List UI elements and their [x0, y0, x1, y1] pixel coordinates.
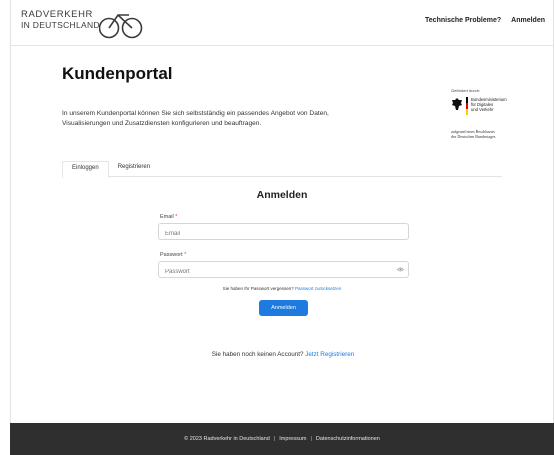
- email-label: Email *: [160, 214, 178, 220]
- ministry-name: Bundesministerium für Digitales und Verk…: [471, 97, 507, 112]
- copyright-text: © 2023 Radverkehr in Deutschland: [184, 436, 270, 442]
- auth-tabs: Einloggen Registrieren: [62, 161, 502, 178]
- site-header: RADVERKEHR IN DEUTSCHLAND Technische Pro…: [10, 0, 554, 46]
- login-button[interactable]: Anmelden: [259, 300, 308, 316]
- password-field[interactable]: [158, 261, 409, 278]
- bundestag-decision: aufgrund eines Beschlusses des Deutschen…: [451, 129, 496, 139]
- bicycle-icon: [99, 14, 143, 39]
- logo-line1: RADVERKEHR: [21, 9, 93, 20]
- ministry-logo: Gefördert durch: Bundesministerium für D…: [451, 88, 521, 139]
- top-links: Technische Probleme? Anmelden: [425, 17, 545, 24]
- german-flag-bar: [466, 97, 468, 115]
- forgot-password-row: Sie haben Ihr Passwort vergessen? Passwo…: [222, 286, 342, 291]
- privacy-link[interactable]: Datenschutzinformationen: [316, 436, 380, 442]
- site-footer: © 2023 Radverkehr in Deutschland | Impre…: [10, 423, 554, 455]
- password-label: Passwort *: [160, 252, 187, 258]
- login-link[interactable]: Anmelden: [511, 17, 545, 24]
- technical-problems-link[interactable]: Technische Probleme?: [425, 17, 501, 24]
- eye-icon[interactable]: [397, 267, 404, 272]
- register-now-link[interactable]: Jetzt Registrieren: [305, 351, 354, 358]
- email-field[interactable]: [158, 223, 409, 240]
- logo-line2: IN DEUTSCHLAND: [21, 20, 100, 30]
- footer-separator: |: [310, 436, 312, 442]
- funded-by-label: Gefördert durch:: [451, 88, 481, 93]
- tab-register[interactable]: Registrieren: [109, 161, 159, 176]
- footer-separator: |: [273, 436, 276, 442]
- no-account-row: Sie haben noch keinen Account? Jetzt Reg…: [211, 351, 355, 358]
- site-logo[interactable]: RADVERKEHR IN DEUTSCHLAND: [21, 9, 100, 31]
- reset-password-link[interactable]: Passwort zurücksetzen: [295, 286, 341, 291]
- federal-eagle-icon: [452, 98, 462, 110]
- page-title: Kundenportal: [62, 64, 173, 83]
- form-title: Anmelden: [256, 189, 308, 201]
- intro-text: In unserem Kundenportal können Sie sich …: [62, 110, 329, 127]
- impressum-link[interactable]: Impressum: [279, 436, 306, 442]
- tab-login[interactable]: Einloggen: [62, 161, 109, 178]
